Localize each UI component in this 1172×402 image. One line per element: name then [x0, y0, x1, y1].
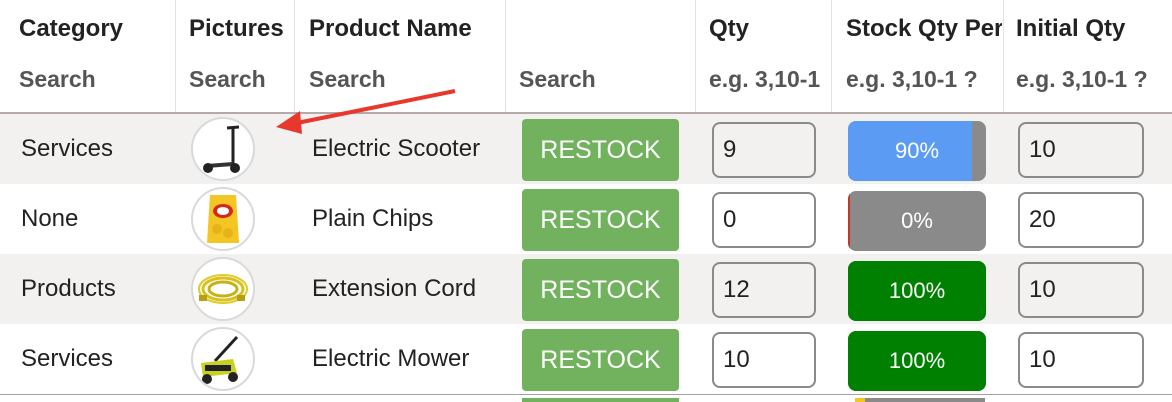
stock-percent-label: 100% — [888, 278, 946, 303]
product-name-cell: Electric Mower — [312, 345, 470, 372]
restock-button[interactable]: RESTOCK — [522, 119, 679, 181]
column-divider[interactable] — [695, 0, 696, 112]
qty-input[interactable] — [712, 262, 816, 318]
category-cell: None — [21, 205, 79, 232]
category-cell: Services — [21, 135, 114, 162]
product-name-cell: Plain Chips — [312, 205, 434, 232]
qty-input[interactable] — [712, 192, 816, 248]
stock-percent-bar: 0% — [848, 191, 986, 251]
stock-percent-label: 90% — [894, 138, 940, 163]
qty-input[interactable] — [712, 332, 816, 388]
table-row[interactable]: Services Electric Mower RESTOCK 100% — [0, 324, 1172, 395]
search-stock-qty-percent[interactable]: e.g. 3,10-1 ? — [846, 66, 996, 93]
header-pictures[interactable]: Pictures — [189, 15, 289, 43]
search-category[interactable]: Search — [19, 66, 169, 93]
stock-percent-bar-partial — [865, 398, 985, 402]
stock-percent-bar-partial — [855, 398, 865, 402]
stock-percent-bar: 100% — [848, 261, 986, 321]
scooter-icon[interactable] — [191, 117, 255, 181]
lawn-mower-icon[interactable] — [191, 327, 255, 391]
grid-header: Category Search Pictures Search Product … — [0, 0, 1172, 112]
inventory-grid: Category Search Pictures Search Product … — [0, 0, 1172, 402]
header-stock-qty-percent[interactable]: Stock Qty Percent — [846, 15, 1002, 43]
category-cell: Services — [21, 345, 114, 372]
search-initial-qty[interactable]: e.g. 3,10-1 ? — [1016, 66, 1172, 93]
annotation-arrow-icon — [276, 89, 456, 134]
search-action[interactable]: Search — [519, 66, 689, 93]
search-qty[interactable]: e.g. 3,10-1 ? — [709, 66, 827, 93]
restock-button-partial[interactable] — [522, 398, 679, 402]
row-divider — [0, 394, 1172, 395]
stock-percent-label: 0% — [901, 208, 933, 233]
category-cell: Products — [21, 275, 116, 302]
initial-qty-input[interactable] — [1018, 192, 1144, 248]
stock-percent-bar: 100% — [848, 331, 986, 391]
column-divider[interactable] — [831, 0, 832, 112]
column-divider[interactable] — [505, 0, 506, 112]
table-row[interactable]: None Plain Chips RESTOCK 0% — [0, 184, 1172, 255]
restock-button[interactable]: RESTOCK — [522, 259, 679, 321]
product-name-cell: Extension Cord — [312, 275, 477, 302]
header-qty[interactable]: Qty — [709, 15, 824, 43]
header-category[interactable]: Category — [19, 15, 169, 43]
extension-cord-icon[interactable] — [191, 257, 255, 321]
table-row[interactable]: Services Electric Scooter RESTOCK 90% — [0, 114, 1172, 185]
restock-button[interactable]: RESTOCK — [522, 189, 679, 251]
stock-percent-bar: 90% — [848, 121, 986, 181]
stock-percent-label: 100% — [888, 348, 946, 373]
table-row[interactable]: Products Extension Cord RESTOCK 100% — [0, 254, 1172, 325]
header-product-name[interactable]: Product Name — [309, 15, 499, 43]
restock-button[interactable]: RESTOCK — [522, 329, 679, 391]
header-initial-qty[interactable]: Initial Qty — [1016, 15, 1166, 43]
initial-qty-input[interactable] — [1018, 332, 1144, 388]
column-divider[interactable] — [175, 0, 176, 112]
chips-icon[interactable] — [191, 187, 255, 251]
initial-qty-input[interactable] — [1018, 122, 1144, 178]
initial-qty-input[interactable] — [1018, 262, 1144, 318]
column-divider[interactable] — [1003, 0, 1004, 112]
qty-input[interactable] — [712, 122, 816, 178]
